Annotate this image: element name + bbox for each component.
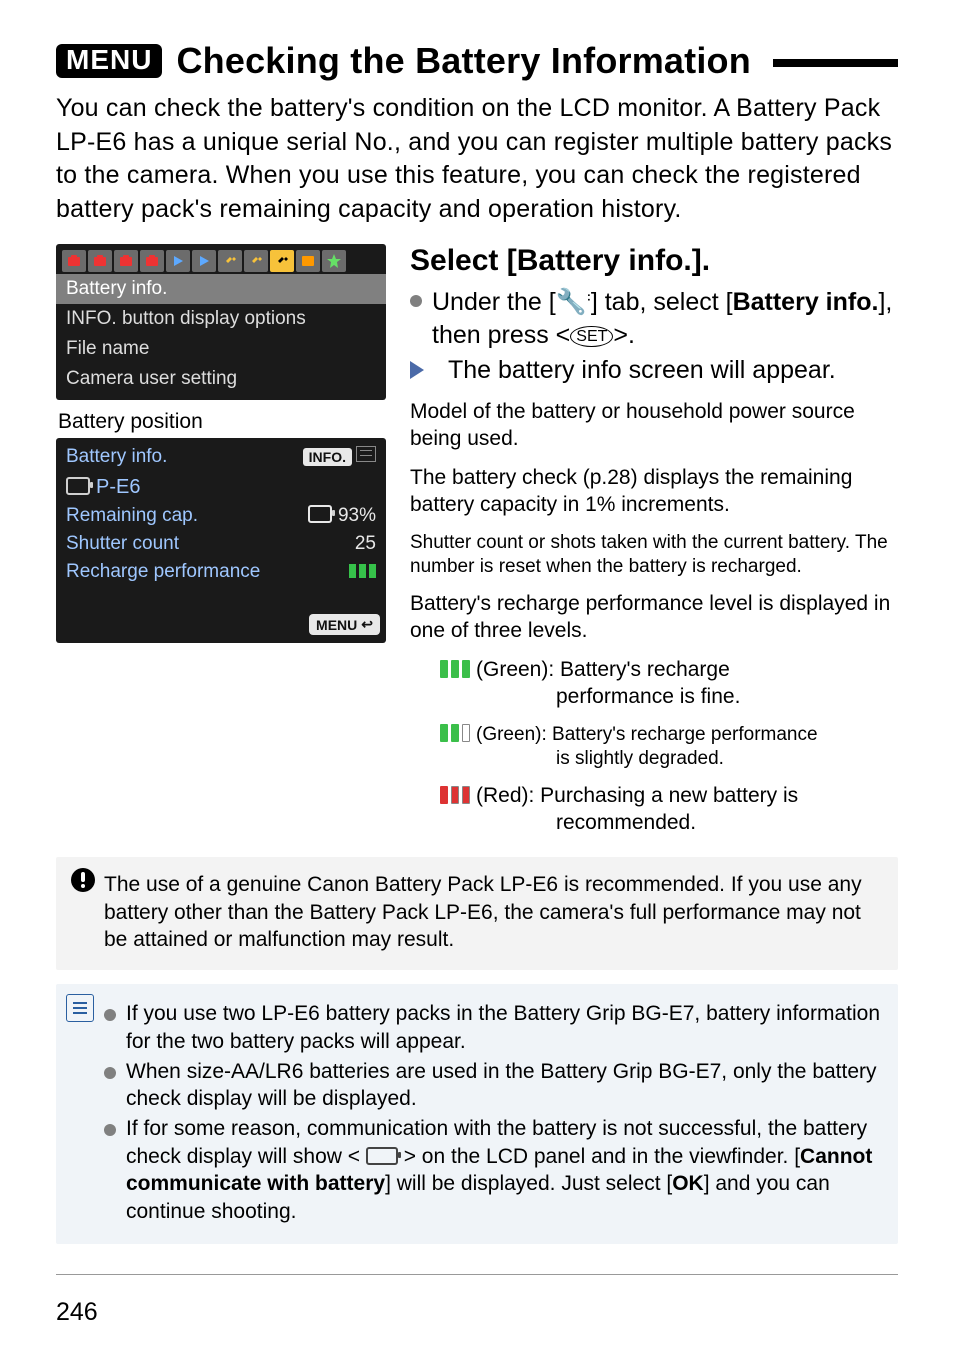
battery-model: P-E6 [96, 476, 140, 498]
warning-note: The use of a genuine Canon Battery Pack … [56, 857, 898, 970]
step-title: Select [Battery info.]. [410, 244, 898, 278]
bullet-dot-icon [104, 1124, 116, 1136]
menu-item-camera-user: Camera user setting [56, 364, 386, 394]
menu-item-file-name: File name [56, 334, 386, 364]
menu-item-battery-info: Battery info. [56, 274, 386, 304]
tips-note: If you use two LP-E6 battery packs in th… [56, 984, 898, 1244]
tab-setup-3-selected [270, 250, 294, 272]
menu-badge: MENU [56, 44, 162, 78]
menu-item-info-button: INFO. button display options [56, 304, 386, 334]
recharge-bars-icon [349, 564, 376, 578]
recharge-perf-label: Recharge performance [66, 561, 260, 583]
tab-setup-2 [244, 250, 268, 272]
shutter-count-label: Shutter count [66, 533, 179, 555]
battery-outline-icon [366, 1147, 398, 1165]
bullet-dot-icon [104, 1067, 116, 1079]
warning-icon [70, 867, 96, 893]
shutter-count-value: 25 [355, 533, 376, 555]
annotation-model: Model of the battery or household power … [410, 399, 898, 453]
level-2-bars-icon [440, 724, 470, 742]
tab-shoot-1 [62, 250, 86, 272]
bullet-dot-icon [410, 295, 422, 307]
step-bullet-1: Under the [🔧:] tab, select [Battery info… [410, 286, 898, 352]
tab-shoot-4 [140, 250, 164, 272]
battery-level-icon [308, 505, 332, 523]
level-1-bar-red-icon [440, 786, 470, 804]
tab-play-2 [192, 250, 216, 272]
title-rule [773, 59, 898, 67]
tab-shoot-2 [88, 250, 112, 272]
bullet-dot-icon [104, 1009, 116, 1021]
battery-info-title: Battery info. [66, 446, 167, 468]
info-button-label: INFO. [303, 448, 352, 466]
set-button-icon: SET [570, 326, 613, 347]
list-icon [356, 446, 376, 462]
step-bullet-2: The battery info screen will appear. [410, 354, 898, 387]
tab-setup-1 [218, 250, 242, 272]
remaining-cap-value: 93% [338, 505, 376, 526]
battery-position-caption: Battery position [58, 410, 386, 434]
battery-icon [66, 477, 90, 495]
level-3-bars-icon [440, 660, 470, 678]
tab-play-1 [166, 250, 190, 272]
intro-paragraph: You can check the battery's condition on… [56, 92, 898, 226]
battery-info-screenshot: Battery info. INFO. P-E6 Remaining cap. 9… [56, 438, 386, 643]
result-triangle-icon [410, 361, 438, 379]
page-title: Checking the Battery Information [176, 40, 750, 82]
page-number: 246 [56, 1298, 98, 1327]
level-degraded: (Green): Battery's recharge performance … [440, 723, 898, 772]
annotation-shutter: Shutter count or shots taken with the cu… [410, 531, 898, 580]
wrench-icon: 🔧: [556, 286, 591, 319]
annotation-recharge-intro: Battery's recharge performance level is … [410, 591, 898, 645]
level-red: (Red): Purchasing a new battery is recom… [440, 783, 898, 837]
tab-shoot-3 [114, 250, 138, 272]
tab-custom [296, 250, 320, 272]
annotation-remaining: The battery check (p.28) displays the re… [410, 465, 898, 519]
menu-tabs [56, 244, 386, 274]
note-icon [66, 994, 94, 1022]
menu-screenshot: Battery info. INFO. button display optio… [56, 244, 386, 400]
tab-mymenu [322, 250, 346, 272]
page-heading-row: MENU Checking the Battery Information [56, 40, 898, 82]
remaining-cap-label: Remaining cap. [66, 505, 198, 527]
menu-back-label: MENU ↩ [309, 614, 380, 635]
level-fine: (Green): Battery's recharge performance … [440, 657, 898, 711]
